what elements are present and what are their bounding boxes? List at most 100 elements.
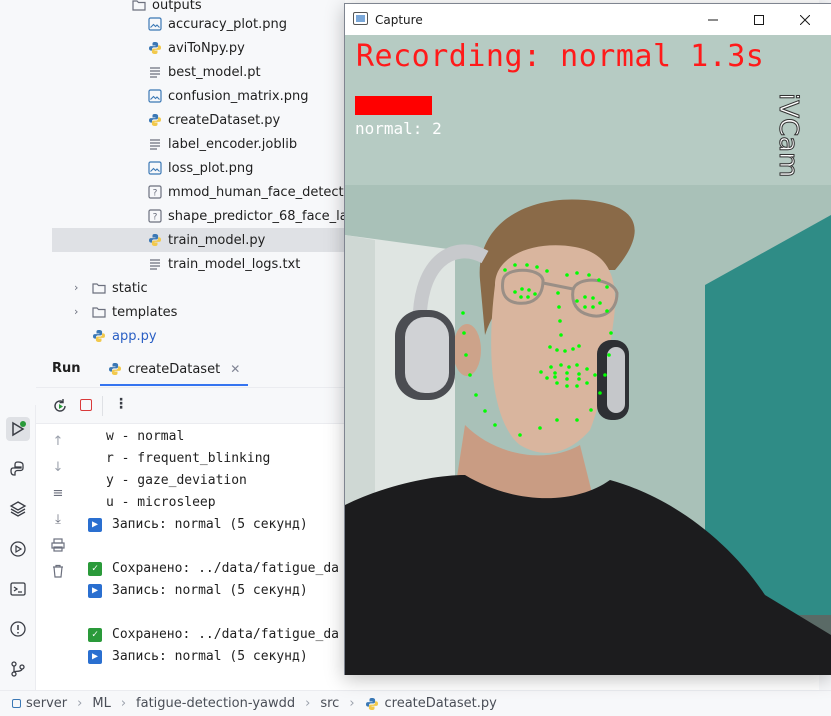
- navigation-breadcrumb: server › ML › fatigue-detection-yawdd › src › cr…: [0, 690, 831, 716]
- folder-icon: [132, 0, 146, 12]
- run-tool-icon[interactable]: [6, 417, 30, 441]
- project-tree: outputs accuracy_plot.png aviToNpy.py best…: [0, 0, 345, 350]
- minimize-button[interactable]: [690, 4, 736, 35]
- breadcrumb-item[interactable]: ML: [92, 696, 110, 711]
- console-line: ✓ Сохранено: ../data/fatigue_da: [88, 558, 339, 580]
- console-line-text: Запись: normal (5 секунд): [112, 583, 308, 598]
- console-line: ▶ Запись: normal (5 секунд): [88, 646, 308, 668]
- tree-item[interactable]: train_model.py: [52, 228, 345, 252]
- tree-item[interactable]: ? mmod_human_face_detector: [148, 180, 345, 204]
- breadcrumb-item[interactable]: fatigue-detection-yawdd: [136, 696, 295, 711]
- soft-wrap-icon[interactable]: ≡: [50, 486, 66, 502]
- svg-text:?: ?: [153, 213, 158, 223]
- layers-icon[interactable]: [6, 497, 30, 521]
- breadcrumb-separator-icon: ›: [77, 696, 83, 711]
- breadcrumb-label: src: [320, 696, 340, 711]
- arrow-up-icon[interactable]: ↑: [50, 434, 66, 450]
- unknown-file-icon: ?: [148, 185, 162, 199]
- breadcrumb-separator-icon: ›: [305, 696, 311, 711]
- rerun-icon[interactable]: [52, 398, 68, 418]
- check-emoji-icon: ✓: [88, 562, 102, 576]
- tree-item[interactable]: loss_plot.png: [148, 156, 253, 180]
- tree-item[interactable]: train_model_logs.txt: [148, 252, 300, 276]
- run-toolbar: ⋮: [36, 388, 345, 424]
- console-line-text: u - microsleep: [106, 495, 216, 510]
- image-file-icon: [148, 89, 162, 103]
- console-line-text: Сохранено: ../data/fatigue_da: [112, 561, 339, 576]
- toolbar-divider: [102, 396, 103, 416]
- tree-item-label: shape_predictor_68_face_lan: [168, 208, 345, 224]
- tree-item-label: accuracy_plot.png: [168, 16, 287, 32]
- capture-titlebar[interactable]: Capture: [345, 4, 831, 35]
- console-line: ✓ Сохранено: ../data/fatigue_da: [88, 624, 339, 646]
- python-file-icon: [92, 329, 106, 343]
- print-icon[interactable]: [50, 538, 66, 554]
- tree-item-label: confusion_matrix.png: [168, 88, 309, 104]
- console-output[interactable]: w - normal r - frequent_blinkingy - gaze_…: [88, 424, 345, 690]
- breadcrumb-item[interactable]: server: [12, 696, 67, 711]
- capture-window[interactable]: Capture Recording: normal 1.3s normal: 2…: [344, 3, 831, 675]
- module-icon: [12, 699, 21, 708]
- check-emoji-icon: ✓: [88, 628, 102, 642]
- tree-item-label: best_model.pt: [168, 64, 261, 80]
- arrow-down-icon[interactable]: ↓: [50, 460, 66, 476]
- git-icon[interactable]: [6, 657, 30, 681]
- close-icon[interactable]: ✕: [230, 362, 240, 376]
- tree-item[interactable]: best_model.pt: [148, 60, 261, 84]
- more-options-icon[interactable]: ⋮: [114, 396, 128, 412]
- breadcrumb-item[interactable]: createDataset.py: [365, 696, 497, 711]
- maximize-button[interactable]: [736, 4, 782, 35]
- text-file-icon: [148, 65, 162, 79]
- trash-icon[interactable]: [50, 564, 66, 580]
- breadcrumb-label: createDataset.py: [384, 696, 497, 711]
- console-line: w - normal: [88, 426, 184, 448]
- tree-item[interactable]: app.py: [92, 324, 157, 348]
- stop-icon[interactable]: [80, 399, 92, 411]
- problems-icon[interactable]: [6, 617, 30, 641]
- tree-item[interactable]: ? shape_predictor_68_face_lan: [148, 204, 345, 228]
- python-file-icon: [148, 41, 162, 55]
- capture-app-icon: [353, 12, 368, 25]
- tree-item[interactable]: createDataset.py: [148, 108, 280, 132]
- chevron-right-icon[interactable]: ›: [74, 305, 78, 318]
- tree-item[interactable]: label_encoder.joblib: [148, 132, 297, 156]
- tree-item-label: createDataset.py: [168, 112, 281, 128]
- terminal-icon[interactable]: [6, 577, 30, 601]
- tree-item-label: app.py: [112, 328, 157, 344]
- run-panel: Run createDataset ✕ ⋮ ↑ ↓ ≡ ⤓ w - normal…: [36, 350, 345, 690]
- class-count-overlay: normal: 2: [355, 119, 442, 138]
- tree-item[interactable]: aviToNpy.py: [148, 36, 245, 60]
- chevron-right-icon[interactable]: ›: [74, 281, 78, 294]
- webcam-feed: Recording: normal 1.3s normal: 2 iVCam: [345, 35, 831, 675]
- console-line-text: Сохранено: ../data/fatigue_da: [112, 627, 339, 642]
- run-side-toolbar: ↑ ↓ ≡ ⤓: [36, 424, 80, 690]
- tree-item[interactable]: confusion_matrix.png: [148, 84, 309, 108]
- tab-createDataset[interactable]: createDataset ✕: [100, 354, 249, 386]
- play-emoji-icon: ▶: [88, 650, 102, 664]
- python-file-icon: [148, 113, 162, 127]
- ide-window: outputs accuracy_plot.png aviToNpy.py best…: [0, 0, 831, 716]
- tree-item-label: label_encoder.joblib: [168, 136, 298, 152]
- tree-item-label: loss_plot.png: [168, 160, 254, 176]
- breadcrumb-separator-icon: ›: [120, 696, 127, 711]
- capture-window-title: Capture: [375, 12, 423, 27]
- python-console-icon[interactable]: [6, 457, 30, 481]
- console-line: r - frequent_blinking: [88, 448, 270, 470]
- tree-item-label: templates: [112, 304, 178, 320]
- tree-item-label: train_model.py: [168, 232, 266, 248]
- close-button[interactable]: [782, 4, 828, 35]
- play-emoji-icon: ▶: [88, 584, 102, 598]
- console-line-text: y - gaze_deviation: [106, 473, 247, 488]
- tree-item[interactable]: templates: [92, 300, 177, 324]
- python-file-icon: [148, 233, 162, 247]
- tree-item[interactable]: accuracy_plot.png: [148, 12, 287, 36]
- breadcrumb-item[interactable]: src: [320, 696, 339, 711]
- folder-icon: [92, 305, 106, 319]
- recording-status-overlay: Recording: normal 1.3s: [356, 39, 765, 74]
- tree-item[interactable]: static: [92, 276, 148, 300]
- run-panel-title: Run: [52, 361, 81, 376]
- services-icon[interactable]: [6, 537, 30, 561]
- unknown-file-icon: ?: [148, 209, 162, 223]
- scroll-to-end-icon[interactable]: ⤓: [50, 512, 66, 528]
- run-panel-header: Run createDataset ✕: [36, 350, 345, 388]
